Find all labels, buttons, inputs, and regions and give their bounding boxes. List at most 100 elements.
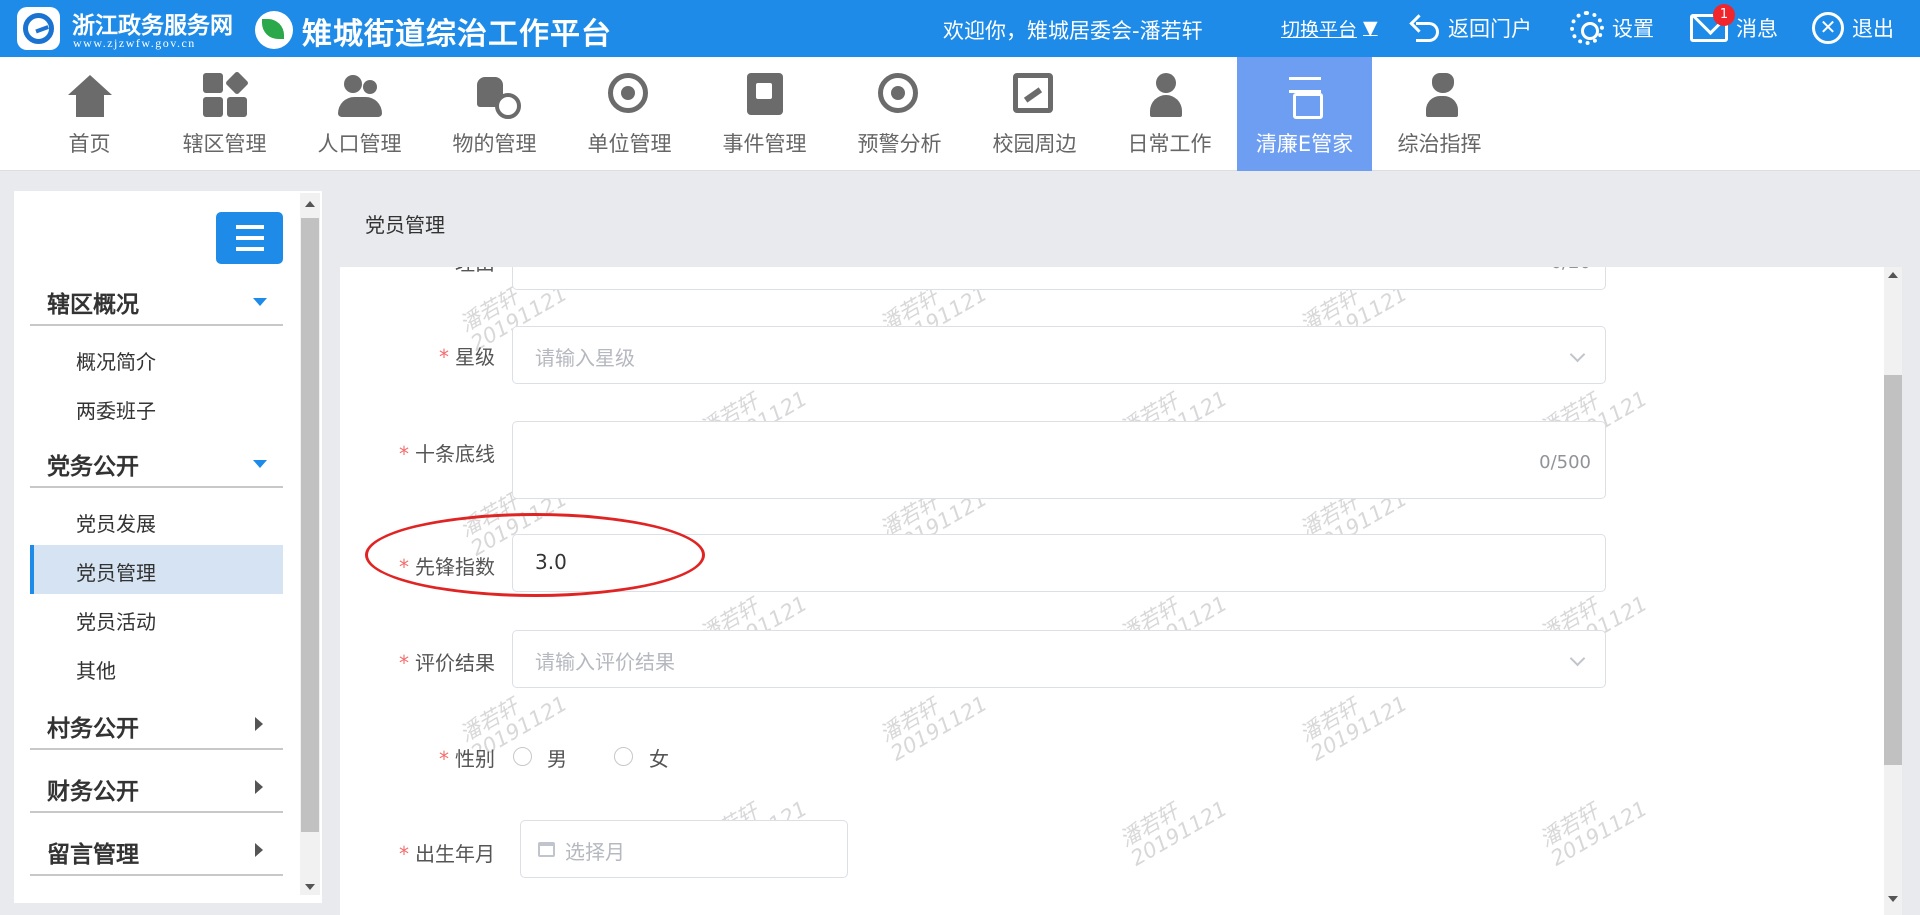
sidebar-item-other[interactable]: 其他 bbox=[30, 643, 283, 692]
char-counter: 0/500 bbox=[1539, 452, 1591, 473]
sidebar-scroll-thumb[interactable] bbox=[301, 218, 319, 832]
content-scroll-thumb[interactable] bbox=[1884, 375, 1902, 765]
nav-item-things[interactable]: 物的管理 bbox=[427, 57, 562, 171]
caret-down-icon: ▼ bbox=[1363, 17, 1378, 39]
vanguard-index-value: 3.0 bbox=[535, 550, 567, 574]
nav-item-campus[interactable]: 校园周边 bbox=[967, 57, 1102, 171]
birth-month-picker[interactable]: 选择月 bbox=[520, 820, 848, 878]
gender-female-radio[interactable] bbox=[614, 747, 633, 766]
sidebar-item-member-development[interactable]: 党员发展 bbox=[30, 496, 283, 545]
main-nav: 首页 辖区管理 人口管理 物的管理 单位管理 事件管理 预警分析 校园周边 日常… bbox=[0, 57, 1920, 171]
sidebar-item-member-activities[interactable]: 党员活动 bbox=[30, 594, 283, 643]
caret-right-icon bbox=[255, 843, 263, 857]
orbit-icon bbox=[608, 73, 648, 113]
nav-label: 校园周边 bbox=[992, 132, 1077, 156]
menu-toggle-button[interactable] bbox=[216, 212, 283, 264]
sidebar-section-village-affairs[interactable]: 村务公开 bbox=[30, 700, 283, 750]
nav-label: 日常工作 bbox=[1127, 132, 1212, 156]
logout-label: 退出 bbox=[1852, 17, 1894, 41]
people-icon bbox=[338, 73, 382, 117]
scroll-up-arrow-icon[interactable] bbox=[305, 201, 315, 207]
sidebar-section-area-overview[interactable]: 辖区概况 bbox=[30, 276, 283, 326]
birth-month-placeholder: 选择月 bbox=[565, 840, 625, 864]
sidebar-item-committees[interactable]: 两委班子 bbox=[30, 383, 283, 432]
settings-button[interactable]: 设置 bbox=[1570, 10, 1654, 46]
nav-item-home[interactable]: 首页 bbox=[22, 57, 157, 171]
scroll-down-arrow-icon[interactable] bbox=[305, 884, 315, 890]
leaf-logo-icon bbox=[255, 11, 293, 49]
top-header: 浙江政务服务网 www.zjzwfw.gov.cn 雉城街道综治工作平台 欢迎你… bbox=[0, 0, 1920, 57]
star-select[interactable]: 请输入星级 bbox=[512, 326, 1606, 384]
gender-male-radio[interactable] bbox=[513, 747, 532, 766]
nav-item-command[interactable]: 综治指挥 bbox=[1372, 57, 1507, 171]
nav-label: 预警分析 bbox=[857, 132, 942, 156]
sidebar-section-party-affairs[interactable]: 党务公开 bbox=[30, 438, 283, 488]
sidebar-item-label: 概况简介 bbox=[76, 350, 156, 374]
back-portal-button[interactable]: 返回门户 bbox=[1410, 10, 1532, 46]
home-icon bbox=[68, 75, 112, 95]
chevron-down-icon bbox=[1569, 346, 1586, 363]
nav-label: 辖区管理 bbox=[182, 132, 267, 156]
book-icon bbox=[747, 73, 783, 115]
logo-title: 浙江政务服务网 bbox=[72, 13, 233, 38]
switch-platform-link[interactable]: 切换平台 ▼ bbox=[1281, 10, 1378, 46]
sidebar-section-label: 财务公开 bbox=[47, 779, 139, 805]
ten-lines-textarea[interactable]: 0/500 bbox=[512, 421, 1606, 499]
scroll-up-arrow-icon[interactable] bbox=[1888, 272, 1898, 278]
sidebar-item-overview-intro[interactable]: 概况简介 bbox=[30, 334, 283, 383]
content-top-mask bbox=[340, 191, 1906, 267]
messages-button[interactable]: 1 消息 bbox=[1690, 4, 1778, 46]
nav-label: 清廉E管家 bbox=[1255, 132, 1354, 156]
caret-down-icon bbox=[253, 460, 267, 468]
star-label: * 星级 bbox=[439, 345, 495, 369]
sidebar-section-label: 留言管理 bbox=[47, 842, 139, 868]
nav-item-clean-e[interactable]: 清廉E管家 bbox=[1237, 57, 1372, 171]
sidebar-section-finance[interactable]: 财务公开 bbox=[30, 763, 283, 813]
orbit-icon bbox=[878, 73, 918, 113]
evaluation-placeholder: 请输入评价结果 bbox=[535, 650, 675, 674]
nav-label: 物的管理 bbox=[452, 132, 537, 156]
clean-icon bbox=[1283, 73, 1327, 119]
sidebar-item-label: 党员管理 bbox=[76, 561, 156, 585]
campus-icon bbox=[1013, 73, 1053, 113]
back-arrow-icon bbox=[1410, 13, 1440, 43]
nav-item-units[interactable]: 单位管理 bbox=[562, 57, 697, 171]
sidebar-section-label: 党务公开 bbox=[47, 454, 139, 480]
gender-male-label[interactable]: 男 bbox=[547, 743, 567, 772]
vanguard-index-label: * 先锋指数 bbox=[399, 555, 495, 579]
gender-label: * 性别 bbox=[439, 747, 495, 771]
caret-down-icon bbox=[253, 298, 267, 306]
nav-item-events[interactable]: 事件管理 bbox=[697, 57, 832, 171]
nav-item-population[interactable]: 人口管理 bbox=[292, 57, 427, 171]
truck-icon bbox=[473, 73, 521, 119]
officer-icon bbox=[1418, 73, 1462, 117]
logo-url: www.zjzwfw.gov.cn bbox=[73, 36, 196, 50]
caret-right-icon bbox=[255, 780, 263, 794]
vanguard-index-input[interactable]: 3.0 bbox=[512, 534, 1606, 592]
nav-item-daily-work[interactable]: 日常工作 bbox=[1102, 57, 1237, 171]
evaluation-label: * 评价结果 bbox=[399, 651, 495, 675]
messages-label: 消息 bbox=[1736, 17, 1778, 41]
sidebar-item-member-management[interactable]: 党员管理 bbox=[30, 545, 283, 594]
nav-item-warning[interactable]: 预警分析 bbox=[832, 57, 967, 171]
nav-label: 单位管理 bbox=[587, 132, 672, 156]
sidebar-item-label: 党员活动 bbox=[76, 610, 156, 634]
star-placeholder: 请输入星级 bbox=[535, 346, 635, 370]
scroll-down-arrow-icon[interactable] bbox=[1888, 896, 1898, 902]
sidebar-item-label: 其他 bbox=[76, 659, 116, 683]
evaluation-select[interactable]: 请输入评价结果 bbox=[512, 630, 1606, 688]
birth-month-label: * 出生年月 bbox=[399, 842, 495, 866]
logout-button[interactable]: ✕ 退出 bbox=[1812, 10, 1894, 46]
sidebar-section-messages[interactable]: 留言管理 bbox=[30, 826, 283, 876]
settings-label: 设置 bbox=[1612, 17, 1654, 41]
nav-item-area[interactable]: 辖区管理 bbox=[157, 57, 292, 171]
watermark: 潘若轩20191121 bbox=[1535, 796, 1652, 871]
sidebar-item-label: 党员发展 bbox=[76, 512, 156, 536]
ten-lines-label: * 十条底线 bbox=[399, 442, 495, 466]
calendar-icon bbox=[538, 842, 555, 857]
gender-female-label[interactable]: 女 bbox=[649, 743, 669, 772]
welcome-text: 欢迎你，雉城居委会-潘若轩 bbox=[943, 19, 1203, 43]
nav-label: 综治指挥 bbox=[1397, 132, 1482, 156]
nav-label: 人口管理 bbox=[317, 132, 402, 156]
nav-label: 首页 bbox=[68, 132, 111, 156]
